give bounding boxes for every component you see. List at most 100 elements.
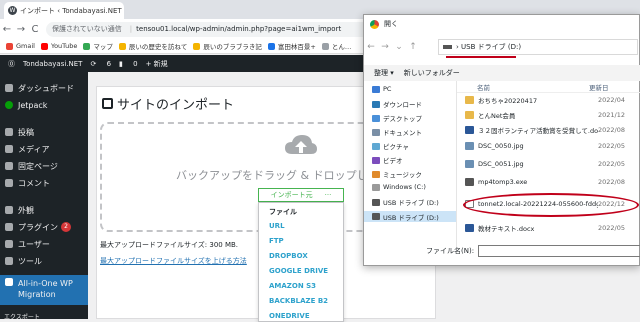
pages-icon [5, 162, 13, 170]
filename-row: ファイル名(N): [364, 243, 640, 259]
sidebar-item-aio-migration[interactable]: All-in-One WP Migration [0, 275, 88, 305]
column-name[interactable]: 名前 [457, 82, 589, 92]
page-title: サイトのインポート [102, 94, 234, 113]
import-from-button[interactable]: インポート元 ··· [258, 188, 344, 202]
import-icon [102, 98, 113, 109]
wp-logo-icon[interactable]: ⓪ [8, 59, 15, 69]
column-date[interactable]: 更新日 [589, 82, 609, 92]
bookmark-blog[interactable]: 辰いのブラブラき記 [193, 41, 262, 51]
comments-icon[interactable]: ▮ 0 [119, 60, 138, 68]
tools-icon [5, 257, 13, 265]
import-option-amazon-s3[interactable]: AMAZON S3 [269, 282, 316, 290]
file-row[interactable]: mp4tomp3.exe 2022/08 [457, 175, 640, 189]
sidebar-item-appearance[interactable]: 外観 [0, 202, 88, 218]
bookmark-icon [193, 42, 201, 50]
file-row[interactable]: 教材テキスト.docx 2022/05 [457, 221, 640, 235]
tree-item-videos[interactable]: ビデオ [372, 155, 403, 165]
dialog-title-bar: 開く [364, 15, 640, 33]
sidebar-item-users[interactable]: ユーザー [0, 236, 88, 252]
tree-item-usb-d-selected[interactable]: USB ドライブ (D:) [364, 211, 456, 222]
bookmark-youtube[interactable]: YouTube [40, 42, 77, 50]
app-file-icon [465, 178, 474, 186]
tree-item-usb-d[interactable]: USB ドライブ (D:) [372, 197, 439, 207]
migration-icon [5, 278, 13, 286]
import-option-ftp[interactable]: FTP [269, 237, 284, 245]
updates-icon[interactable]: ⟳ 6 [90, 60, 111, 68]
import-option-url[interactable]: URL [269, 222, 285, 230]
organize-button[interactable]: 整理 ▾ [374, 68, 394, 78]
tree-item-windows-c[interactable]: Windows (C:) [372, 183, 426, 191]
usb-icon [372, 213, 380, 220]
plugin-update-badge: 2 [61, 222, 71, 232]
not-secure-warning[interactable]: 保護されていない通信 [52, 24, 122, 34]
dialog-history-icon[interactable]: ⌄ [392, 42, 406, 52]
plugins-icon [5, 223, 13, 231]
media-icon [5, 145, 13, 153]
drop-instructions: バックアップをドラッグ & ドロップしてイ [176, 169, 390, 182]
back-icon[interactable]: ← [0, 24, 14, 35]
dialog-back-icon[interactable]: ← [364, 42, 378, 52]
dialog-path-bar[interactable]: › USB ドライブ (D:) [438, 39, 638, 55]
bookmark-maps[interactable]: マップ [83, 41, 113, 51]
file-row[interactable]: DSC_0051.jpg 2022/05 [457, 157, 640, 171]
music-icon [372, 170, 380, 178]
tree-item-pc[interactable]: PC [372, 85, 391, 93]
address-bar[interactable]: 保護されていない通信 | tensou01.local/wp-admin/adm… [46, 21, 406, 37]
path-highlight-underline [446, 56, 516, 58]
admin-bar-site[interactable]: Tondabayasi.NET [23, 60, 82, 68]
dialog-up-icon[interactable]: ↑ [406, 42, 420, 52]
sidebar-item-export[interactable]: エクスポート [0, 312, 88, 321]
reload-icon[interactable]: C [28, 24, 42, 35]
download-icon [372, 100, 380, 108]
admin-sidebar: ダッシュボード Jetpack 投稿 メディア 固定ページ コメント 外観 プラ… [0, 72, 88, 319]
folder-icon [465, 111, 474, 119]
bookmark-ton[interactable]: とん… [321, 41, 351, 51]
forward-icon[interactable]: → [14, 24, 28, 35]
drive-icon [372, 183, 380, 191]
bookmark-gmail[interactable]: Gmail [6, 42, 35, 50]
tree-item-desktop[interactable]: デスクトップ [372, 113, 422, 123]
url-text: tensou01.local/wp-admin/admin.php?page=a… [136, 25, 342, 33]
import-option-backblaze[interactable]: BACKBLAZE B2 [269, 297, 328, 305]
bookmark-tonda[interactable]: 富田林百景+ [267, 41, 316, 51]
admin-bar-new[interactable]: + 新規 [146, 59, 168, 69]
dashboard-icon [5, 84, 13, 92]
users-icon [5, 240, 13, 248]
file-row[interactable]: DSC_0050.jpg 2022/05 [457, 139, 640, 153]
sidebar-item-comments[interactable]: コメント [0, 175, 88, 191]
sidebar-item-jetpack[interactable]: Jetpack [0, 97, 88, 113]
import-option-file[interactable]: ファイル [269, 207, 297, 217]
increase-size-link[interactable]: 最大アップロードファイルサイズを上げる方法 [100, 256, 247, 266]
sidebar-item-tools[interactable]: ツール [0, 253, 88, 269]
sidebar-item-dashboard[interactable]: ダッシュボード [0, 80, 88, 96]
sidebar-item-plugins[interactable]: プラグイン 2 [0, 219, 88, 235]
sidebar-item-posts[interactable]: 投稿 [0, 124, 88, 140]
sidebar-item-pages[interactable]: 固定ページ [0, 158, 88, 174]
pictures-icon [372, 142, 380, 150]
file-row[interactable]: ３２固ボランティア活動賞を受賞して.docx 2022/08 [457, 123, 640, 137]
gmail-icon [6, 42, 13, 50]
wordpress-icon: W [8, 6, 17, 15]
bookmark-history[interactable]: 辰いの歴史を訪ねて [118, 41, 187, 51]
tree-item-pictures[interactable]: ピクチャ [372, 141, 409, 151]
filename-input[interactable] [478, 245, 640, 257]
backup-file-highlight [463, 193, 639, 217]
file-list-header: 名前 更新日 [457, 81, 640, 93]
sidebar-item-media[interactable]: メディア [0, 141, 88, 157]
tree-item-documents[interactable]: ドキュメント [372, 127, 422, 137]
separator: | [129, 25, 133, 33]
import-option-dropbox[interactable]: DROPBOX [269, 252, 308, 260]
tree-item-downloads[interactable]: ダウンロード [372, 99, 422, 109]
file-row[interactable]: おちちゃ20220417 2022/04 [457, 93, 640, 107]
maps-icon [83, 42, 91, 50]
tree-item-music[interactable]: ミュージック [372, 169, 422, 179]
import-option-google-drive[interactable]: GOOGLE DRIVE [269, 267, 328, 275]
dialog-forward-icon[interactable]: → [378, 42, 392, 52]
file-row[interactable]: とんNet会員 2021/12 [457, 108, 640, 122]
image-file-icon [465, 142, 474, 150]
file-list: 名前 更新日 おちちゃ20220417 2022/04 とんNet会員 2021/1… [456, 81, 640, 247]
browser-tab[interactable]: W インポート ‹ Tondabayasi.NET — W… [4, 2, 124, 19]
word-doc-icon [465, 126, 474, 134]
tab-title: インポート ‹ Tondabayasi.NET — W… [20, 6, 124, 15]
new-folder-button[interactable]: 新しいフォルダー [404, 68, 460, 78]
